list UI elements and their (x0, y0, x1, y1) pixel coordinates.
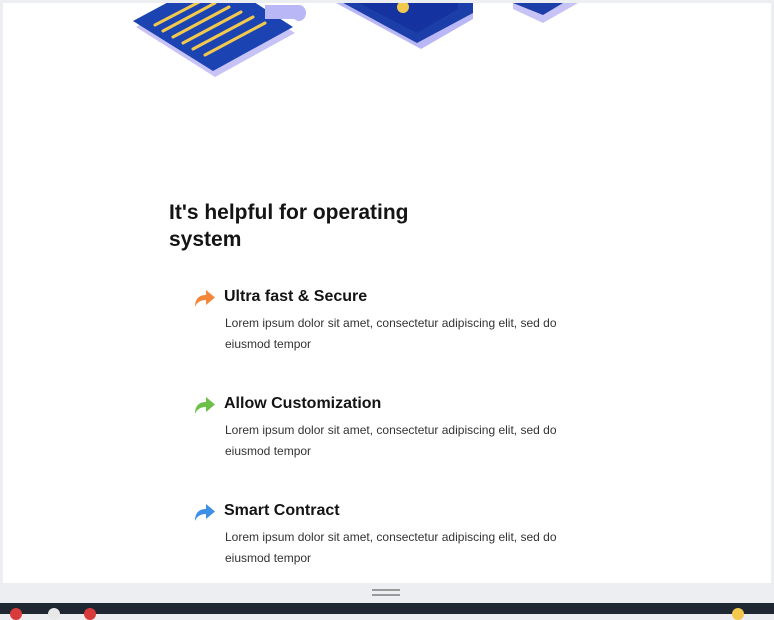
app-icon[interactable] (10, 608, 22, 620)
feature-title: Smart Contract (224, 502, 340, 519)
browser-icon[interactable] (48, 608, 60, 620)
feature-title: Allow Customization (224, 395, 382, 412)
feature-title: Ultra fast & Secure (224, 288, 368, 305)
arrow-forward-icon (195, 504, 215, 521)
block-illustration (513, 3, 578, 23)
feature-description: Lorem ipsum dolor sit amet, consectetur … (225, 530, 557, 565)
feature-description: Lorem ipsum dolor sit amet, consectetur … (225, 316, 557, 351)
page-content: It's helpful for operating system Ultra … (3, 3, 771, 583)
app-icon[interactable] (84, 608, 96, 620)
feature-description: Lorem ipsum dolor sit amet, consectetur … (225, 423, 557, 458)
notification-icon[interactable] (732, 608, 744, 620)
taskbar (0, 603, 774, 620)
hero-illustration (133, 3, 578, 77)
section-title: It's helpful for operating system (169, 201, 409, 251)
arrow-forward-icon (195, 290, 215, 307)
device-illustration (336, 3, 473, 49)
document-illustration (133, 3, 306, 77)
arrow-forward-icon (195, 397, 215, 414)
resize-handle[interactable] (372, 589, 400, 599)
